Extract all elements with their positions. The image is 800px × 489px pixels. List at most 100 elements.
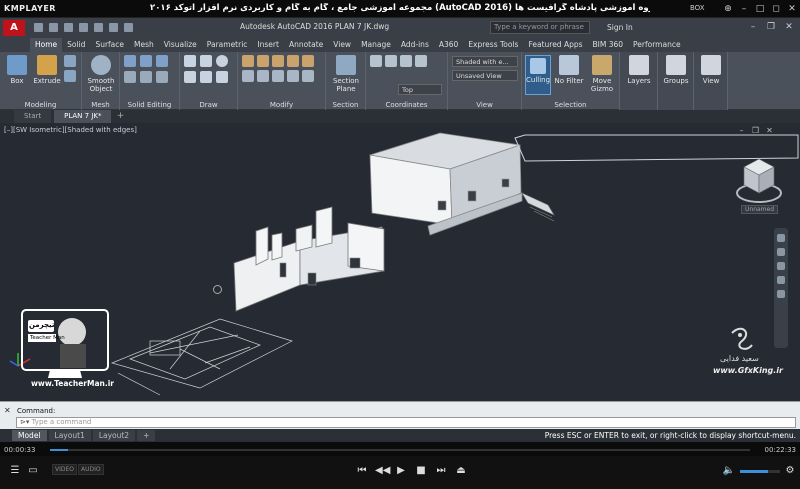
circle-icon[interactable] [216, 55, 228, 67]
video-badge[interactable]: VIDEO [52, 464, 78, 475]
seek-track[interactable] [50, 449, 750, 451]
player-box-label[interactable]: BOX [690, 4, 705, 12]
slice-icon[interactable] [124, 71, 136, 83]
screen-icon[interactable]: ▭ [26, 464, 40, 478]
add-layout-icon[interactable]: + [137, 430, 156, 441]
copy-icon[interactable] [272, 55, 284, 67]
close-command-icon[interactable]: ✕ [4, 406, 11, 415]
ucs-name-dropdown[interactable]: Unnamed [741, 205, 779, 214]
ucs-origin-icon[interactable] [415, 55, 427, 67]
command-input[interactable]: ⊳▾ Type a command [16, 417, 796, 428]
smooth-object-button[interactable]: Smooth Object [84, 55, 118, 93]
tab-parametric[interactable]: Parametric [202, 38, 253, 52]
minimize-icon[interactable]: – [746, 21, 760, 34]
close-icon[interactable]: ✕ [782, 21, 796, 34]
tab-mesh[interactable]: Mesh [129, 38, 159, 52]
tab-a360[interactable]: A360 [434, 38, 463, 52]
new-tab-icon[interactable]: + [114, 110, 126, 123]
thicken-icon[interactable] [156, 71, 168, 83]
play-icon[interactable]: ▶ [394, 464, 408, 478]
orbit-icon[interactable] [777, 276, 785, 284]
tab-view[interactable]: View [328, 38, 356, 52]
tab-express-tools[interactable]: Express Tools [463, 38, 523, 52]
stop-icon[interactable]: ■ [414, 464, 428, 478]
undo-icon[interactable] [109, 23, 118, 32]
ucs-x-icon[interactable] [400, 55, 412, 67]
visual-style-dropdown[interactable]: Shaded with e... [452, 56, 518, 67]
minimize-icon[interactable]: – [737, 126, 746, 135]
tab-start[interactable]: Start [14, 110, 52, 123]
ucs-icon[interactable] [370, 55, 382, 67]
rotate-icon[interactable] [257, 55, 269, 67]
no-filter-button[interactable]: No Filter [554, 55, 584, 85]
erase-icon[interactable] [287, 70, 299, 82]
viewport-controls-label[interactable]: [–][SW Isometric][Shaded with edges] [4, 126, 137, 134]
fullscreen-icon[interactable]: ◻ [770, 3, 782, 15]
tab-surface[interactable]: Surface [90, 38, 129, 52]
interfere-icon[interactable] [140, 71, 152, 83]
view-button[interactable]: View [696, 55, 726, 85]
showmotion-icon[interactable] [777, 290, 785, 298]
spline-icon[interactable] [216, 71, 228, 83]
volume-slider[interactable] [740, 470, 780, 473]
save-as-icon[interactable] [79, 23, 88, 32]
plot-icon[interactable] [94, 23, 103, 32]
zoom-icon[interactable] [777, 262, 785, 270]
drawing-viewport[interactable]: [–][SW Isometric][Shaded with edges] – ❐… [0, 123, 800, 401]
open-icon[interactable] [49, 23, 58, 32]
tab-model[interactable]: Model [12, 430, 47, 441]
revolve-icon[interactable] [64, 55, 76, 67]
volume-icon[interactable]: 🔈 [722, 464, 736, 478]
polyline-icon[interactable] [200, 55, 212, 67]
tab-featured-apps[interactable]: Featured Apps [523, 38, 587, 52]
rewind-icon[interactable]: ◀◀ [375, 464, 390, 478]
section-plane-button[interactable]: Section Plane [329, 55, 363, 93]
move-gizmo-button[interactable]: Move Gizmo [586, 55, 618, 93]
next-icon[interactable]: ⏭ [434, 464, 448, 478]
explode-icon[interactable] [302, 70, 314, 82]
move-icon[interactable] [242, 55, 254, 67]
tab-annotate[interactable]: Annotate [284, 38, 328, 52]
tab-solid[interactable]: Solid [62, 38, 90, 52]
application-menu-button[interactable]: A [3, 20, 25, 36]
intersect-icon[interactable] [156, 55, 168, 67]
restore-icon[interactable]: ❐ [751, 126, 760, 135]
steering-wheel-icon[interactable] [777, 234, 785, 242]
audio-badge[interactable]: AUDIO [78, 464, 104, 475]
saved-view-dropdown[interactable]: Unsaved View [452, 70, 518, 81]
fillet-icon[interactable] [302, 55, 314, 67]
rectangle-icon[interactable] [184, 71, 196, 83]
culling-button[interactable]: Culling [525, 55, 551, 95]
search-input[interactable]: Type a keyword or phrase [490, 21, 590, 34]
close-icon[interactable]: ✕ [765, 126, 774, 135]
extrude-button[interactable]: Extrude [32, 55, 62, 85]
new-icon[interactable] [34, 23, 43, 32]
eject-icon[interactable]: ⏏ [454, 464, 468, 478]
menu-icon[interactable]: ☰ [8, 464, 22, 478]
tab-layout1[interactable]: Layout1 [48, 430, 91, 441]
tab-visualize[interactable]: Visualize [159, 38, 202, 52]
tab-plan[interactable]: PLAN 7 JK* [54, 110, 112, 123]
ucs-world-icon[interactable] [385, 55, 397, 67]
layers-button[interactable]: Layers [624, 55, 654, 85]
maximize-icon[interactable]: □ [754, 3, 766, 15]
line-icon[interactable] [184, 55, 196, 67]
tab-layout2[interactable]: Layout2 [92, 430, 136, 441]
save-icon[interactable] [64, 23, 73, 32]
player-logo[interactable]: KMPLAYER [4, 4, 56, 13]
array-icon[interactable] [272, 70, 284, 82]
tab-manage[interactable]: Manage [356, 38, 396, 52]
arc-icon[interactable] [200, 71, 212, 83]
groups-button[interactable]: Groups [661, 55, 691, 85]
union-icon[interactable] [124, 55, 136, 67]
minimize-icon[interactable]: – [738, 3, 750, 15]
scale-icon[interactable] [257, 70, 269, 82]
tab-add-ins[interactable]: Add-ins [396, 38, 434, 52]
box-button[interactable]: Box [2, 55, 32, 85]
subtract-icon[interactable] [140, 55, 152, 67]
pan-icon[interactable] [777, 248, 785, 256]
sweep-icon[interactable] [64, 70, 76, 82]
sign-in-button[interactable]: Sign In [607, 23, 633, 32]
restore-icon[interactable]: ❐ [764, 21, 778, 34]
tab-insert[interactable]: Insert [252, 38, 284, 52]
